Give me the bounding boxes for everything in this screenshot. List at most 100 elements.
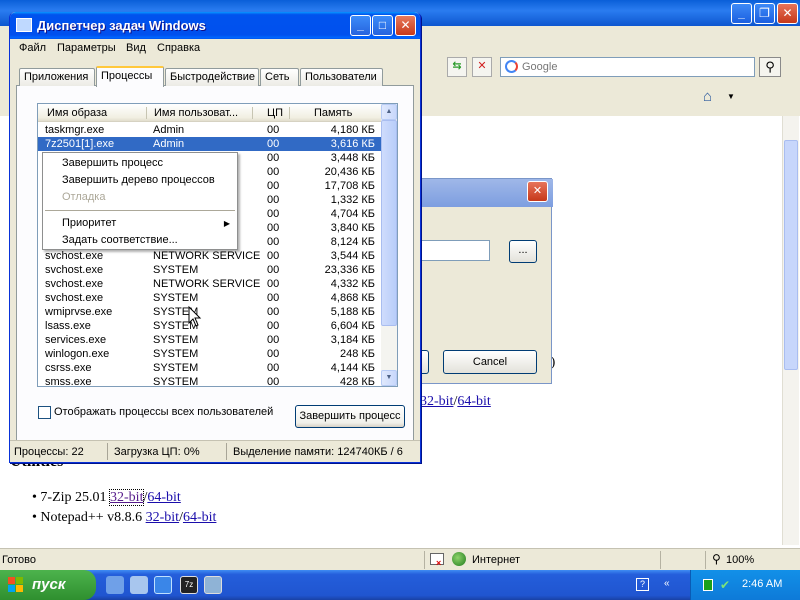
process-memory: 8,124 КБ xyxy=(330,236,375,248)
process-memory: 3,184 КБ xyxy=(330,334,375,346)
column-divider[interactable] xyxy=(252,107,253,119)
process-list-scrollbar[interactable]: ▲ ▼ xyxy=(381,104,397,386)
link-64bit[interactable]: 64-bit xyxy=(457,394,490,409)
table-row[interactable]: smss.exe SYSTEM 00 428 КБ xyxy=(38,375,381,386)
search-icon[interactable]: ⚲ xyxy=(759,57,781,77)
network-icon[interactable]: ✔ xyxy=(720,578,733,592)
start-button[interactable]: пуск xyxy=(0,570,96,600)
menu-options[interactable]: Параметры xyxy=(57,42,116,54)
ie-minimize-button[interactable]: _ xyxy=(731,3,752,24)
cancel-button[interactable]: Cancel xyxy=(443,350,537,374)
end-process-button[interactable]: Завершить процесс xyxy=(295,405,405,428)
table-row[interactable]: svchost.exe SYSTEM 00 23,336 КБ xyxy=(38,263,381,277)
zoom-icon[interactable]: ⚲ xyxy=(712,552,721,566)
close-button[interactable]: ✕ xyxy=(395,15,416,36)
scroll-up-icon[interactable]: ▲ xyxy=(381,104,397,120)
column-divider[interactable] xyxy=(146,107,147,119)
column-user-name[interactable]: Имя пользоват... xyxy=(154,107,238,119)
process-cpu: 00 xyxy=(267,278,280,290)
process-memory: 4,868 КБ xyxy=(330,292,375,304)
menu-view[interactable]: Вид xyxy=(126,42,146,54)
scrollbar-thumb[interactable] xyxy=(381,120,397,326)
clock[interactable]: 2:46 AM xyxy=(742,578,782,590)
process-memory: 17,708 КБ xyxy=(324,180,375,192)
internet-explorer-icon[interactable] xyxy=(154,576,172,594)
menu-item-end-process-tree[interactable]: Завершить дерево процессов xyxy=(44,172,236,189)
tab-network[interactable]: Сеть xyxy=(260,68,299,86)
explorer-icon[interactable] xyxy=(130,576,148,594)
process-cpu: 00 xyxy=(267,334,280,346)
table-row[interactable]: svchost.exe NETWORK SERVICE 00 4,332 КБ xyxy=(38,277,381,291)
process-user-name: Admin xyxy=(153,138,185,150)
process-image-name: winlogon.exe xyxy=(45,348,110,360)
tab-processes[interactable]: Процессы xyxy=(96,66,164,87)
process-memory: 4,144 КБ xyxy=(330,362,375,374)
process-memory: 4,332 КБ xyxy=(330,278,375,290)
stop-icon[interactable]: ✕ xyxy=(472,57,492,77)
table-row[interactable]: csrss.exe SYSTEM 00 4,144 КБ xyxy=(38,361,381,375)
7zip-icon[interactable]: 7z xyxy=(180,576,198,594)
menu-file[interactable]: Файл xyxy=(19,42,46,54)
table-row[interactable]: wmiprvse.exe SYSTEM 00 5,188 КБ xyxy=(38,305,381,319)
google-icon xyxy=(505,60,518,73)
column-cpu[interactable]: ЦП xyxy=(267,107,283,119)
tab-performance[interactable]: Быстродействие xyxy=(165,68,259,86)
tray-app-icon[interactable] xyxy=(703,579,713,591)
link-64bit[interactable]: 64-bit xyxy=(147,490,180,505)
scroll-down-icon[interactable]: ▼ xyxy=(381,370,397,386)
chevron-left-icon[interactable]: « xyxy=(664,578,670,589)
minimize-button[interactable]: _ xyxy=(350,15,371,36)
browse-button[interactable]: ... xyxy=(509,240,537,263)
task-manager-titlebar[interactable]: Диспетчер задач Windows _ □ ✕ xyxy=(10,12,420,39)
refresh-icon[interactable]: ⇆ xyxy=(447,57,467,77)
column-image-name[interactable]: Имя образа xyxy=(47,107,107,119)
table-row[interactable]: lsass.exe SYSTEM 00 6,604 КБ xyxy=(38,319,381,333)
table-row[interactable]: taskmgr.exe Admin 00 4,180 КБ xyxy=(38,123,381,137)
blocked-x-icon: × xyxy=(436,558,442,568)
process-cpu: 00 xyxy=(267,138,280,150)
help-icon[interactable]: ? xyxy=(636,578,649,591)
home-icon[interactable]: ⌂ xyxy=(703,88,712,105)
process-user-name: NETWORK SERVICE xyxy=(153,278,261,290)
menu-help[interactable]: Справка xyxy=(157,42,200,54)
ie-close-button[interactable]: ✕ xyxy=(777,3,798,24)
process-memory: 3,840 КБ xyxy=(330,222,375,234)
table-row[interactable]: svchost.exe NETWORK SERVICE 00 3,544 КБ xyxy=(38,249,381,263)
menu-item-end-process[interactable]: Завершить процесс xyxy=(44,155,236,172)
maximize-button[interactable]: □ xyxy=(372,15,393,36)
link-32bit[interactable]: 32-bit xyxy=(109,489,145,506)
link-64bit[interactable]: 64-bit xyxy=(183,510,216,525)
menu-item-debug: Отладка xyxy=(62,191,106,203)
link-32bit[interactable]: 32-bit xyxy=(146,510,179,525)
process-memory: 4,704 КБ xyxy=(330,208,375,220)
ie-maximize-button[interactable]: ❐ xyxy=(754,3,775,24)
process-memory: 20,436 КБ xyxy=(324,166,375,178)
task-manager-statusbar: Процессы: 22 Загрузка ЦП: 0% Выделение п… xyxy=(10,440,420,462)
table-row-selected[interactable]: 7z2501[1].exe Admin 00 3,616 КБ xyxy=(38,137,381,151)
checkbox-box[interactable] xyxy=(38,406,51,419)
zoom-level[interactable]: 100% xyxy=(726,554,754,566)
dialog-close-button[interactable]: ✕ xyxy=(527,181,548,202)
google-search-input[interactable]: Google xyxy=(500,57,755,77)
process-cpu: 00 xyxy=(267,152,280,164)
menu-item-set-affinity[interactable]: Задать соответствие... xyxy=(44,232,236,249)
table-row[interactable]: winlogon.exe SYSTEM 00 248 КБ xyxy=(38,347,381,361)
column-divider[interactable] xyxy=(289,107,290,119)
process-user-name: SYSTEM xyxy=(153,334,199,346)
menu-separator xyxy=(45,210,235,211)
table-row[interactable]: svchost.exe SYSTEM 00 4,868 КБ xyxy=(38,291,381,305)
link-32bit[interactable]: 32-bit xyxy=(420,394,453,409)
checkbox-label[interactable]: Отображать процессы всех пользователей xyxy=(54,406,273,418)
process-cpu: 00 xyxy=(267,320,280,332)
zone-label: Интернет xyxy=(472,554,520,566)
show-desktop-icon[interactable] xyxy=(106,576,124,594)
column-memory[interactable]: Память xyxy=(314,107,352,119)
ie-scrollbar-thumb[interactable] xyxy=(784,140,798,370)
table-row[interactable]: services.exe SYSTEM 00 3,184 КБ xyxy=(38,333,381,347)
task-manager-icon[interactable] xyxy=(204,576,222,594)
tab-applications[interactable]: Приложения xyxy=(19,68,95,86)
tab-users[interactable]: Пользователи xyxy=(300,68,383,86)
menu-item-priority[interactable]: Приоритет ▶ xyxy=(44,215,236,232)
path-field[interactable] xyxy=(420,240,490,261)
chevron-down-icon[interactable]: ▼ xyxy=(727,92,735,101)
